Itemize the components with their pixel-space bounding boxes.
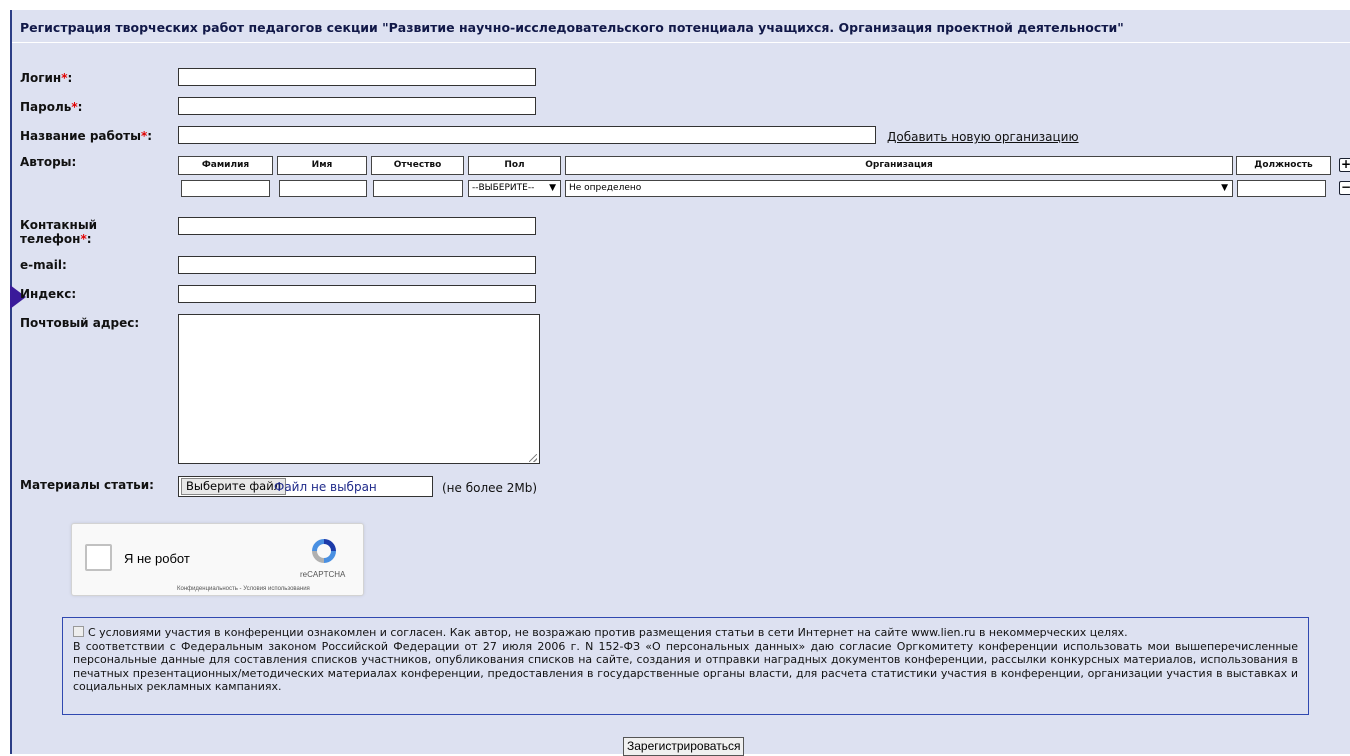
- recaptcha-brand: reCAPTCHA: [300, 570, 346, 579]
- materials-label: Материалы статьи:: [20, 478, 154, 492]
- recaptcha-privacy-links[interactable]: Конфиденциальность - Условия использован…: [177, 586, 310, 592]
- consent-box: С условиями участия в конференции ознако…: [62, 617, 1309, 715]
- chevron-down-icon: ▼: [1221, 183, 1228, 193]
- file-upload-field: Выберите файл Файл не выбран: [178, 476, 433, 497]
- file-status: Файл не выбран: [274, 480, 377, 494]
- register-button[interactable]: Зарегистрироваться: [623, 737, 745, 756]
- recaptcha-logo-icon: [312, 539, 336, 563]
- recaptcha-checkbox[interactable]: [85, 544, 112, 571]
- login-input[interactable]: [178, 68, 536, 86]
- address-label: Почтовый адрес:: [20, 316, 140, 330]
- email-label: e-mail:: [20, 258, 67, 272]
- password-input[interactable]: [178, 97, 536, 115]
- column-header-name: Имя: [277, 156, 367, 175]
- column-header-gender: Пол: [468, 156, 561, 175]
- author-patronymic-input[interactable]: [373, 180, 463, 197]
- author-position-input[interactable]: [1237, 180, 1326, 197]
- gender-select-value: --ВЫБЕРИТЕ--: [472, 183, 535, 193]
- choose-file-button[interactable]: Выберите файл: [181, 478, 287, 495]
- authors-table: Фамилия Имя Отчество Пол Организация Дол…: [178, 156, 1350, 204]
- add-organization-link[interactable]: Добавить новую организацию: [887, 130, 1079, 144]
- authors-label: Авторы:: [20, 155, 77, 169]
- registration-page: Регистрация творческих работ педагогов с…: [10, 10, 1350, 756]
- consent-line-2: В соответствии с Федеральным законом Рос…: [73, 639, 1298, 694]
- consent-line-1: С условиями участия в конференции ознако…: [73, 626, 1298, 640]
- chevron-down-icon: ▼: [549, 183, 556, 193]
- add-author-icon[interactable]: +: [1339, 158, 1350, 172]
- address-textarea[interactable]: [178, 314, 540, 464]
- remove-author-icon[interactable]: −: [1339, 181, 1350, 195]
- login-label: Логин*:: [20, 71, 73, 85]
- email-input[interactable]: [178, 256, 536, 274]
- resize-grip-icon[interactable]: [529, 454, 537, 462]
- column-header-patronymic: Отчество: [371, 156, 464, 175]
- work-title-input[interactable]: [178, 126, 876, 144]
- title-divider: [12, 42, 1350, 43]
- file-size-note: (не более 2Mb): [442, 481, 538, 495]
- phone-input[interactable]: [178, 217, 536, 235]
- recaptcha-widget: Я не робот reCAPTCHA Конфиденциальность …: [71, 523, 364, 596]
- page-title: Регистрация творческих работ педагогов с…: [20, 20, 1124, 35]
- index-input[interactable]: [178, 285, 536, 303]
- phone-label: Контакный телефон*:: [20, 218, 98, 246]
- author-organization-select[interactable]: Не определено ▼: [565, 180, 1233, 197]
- column-header-position: Должность: [1236, 156, 1331, 175]
- work-title-label: Название работы*:: [20, 129, 153, 143]
- author-gender-select[interactable]: --ВЫБЕРИТЕ-- ▼: [468, 180, 561, 197]
- consent-checkbox[interactable]: [73, 626, 84, 637]
- author-name-input[interactable]: [279, 180, 367, 197]
- column-header-organization: Организация: [565, 156, 1233, 175]
- index-label: Индекс:: [20, 287, 77, 301]
- password-label: Пароль*:: [20, 100, 83, 114]
- organization-select-value: Не определено: [569, 183, 642, 193]
- recaptcha-label: Я не робот: [124, 551, 190, 566]
- column-header-surname: Фамилия: [178, 156, 273, 175]
- author-surname-input[interactable]: [181, 180, 270, 197]
